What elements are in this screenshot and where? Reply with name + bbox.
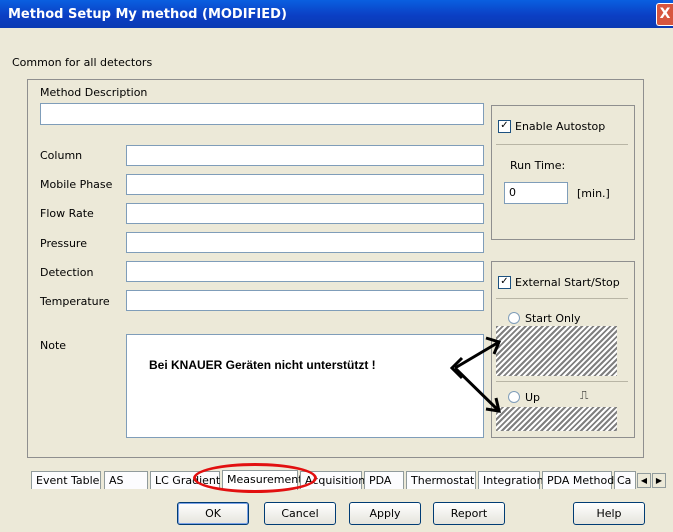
tab-pda-method[interactable]: PDA Method: [542, 471, 614, 489]
tab-ca[interactable]: Ca: [614, 471, 636, 489]
arrow-group: [449, 336, 502, 413]
tab-event-table[interactable]: Event Table: [31, 471, 101, 489]
tab-thermostat[interactable]: Thermostat: [406, 471, 476, 489]
arrow-line-lower: [453, 366, 501, 413]
tab-pda[interactable]: PDA: [364, 471, 404, 489]
cancel-button[interactable]: Cancel: [264, 502, 336, 525]
chevron-left-icon: ◀: [640, 476, 648, 485]
chevron-right-icon: ▶: [655, 476, 663, 485]
tab-as[interactable]: AS: [104, 471, 148, 489]
tab-scroll-right-button[interactable]: ▶: [652, 473, 666, 488]
report-button[interactable]: Report: [433, 502, 505, 525]
ok-button[interactable]: OK: [177, 502, 249, 525]
measurement-tab-highlight: [193, 463, 317, 493]
apply-button[interactable]: Apply: [349, 502, 421, 525]
method-setup-window: Method Setup My method (MODIFIED) X Comm…: [0, 0, 673, 532]
annotation-arrows: [449, 336, 502, 413]
tab-integration[interactable]: Integration: [478, 471, 544, 489]
tab-scroll-left-button[interactable]: ◀: [637, 473, 651, 488]
help-button[interactable]: Help: [573, 502, 645, 525]
arrow-line-upper: [454, 340, 500, 370]
